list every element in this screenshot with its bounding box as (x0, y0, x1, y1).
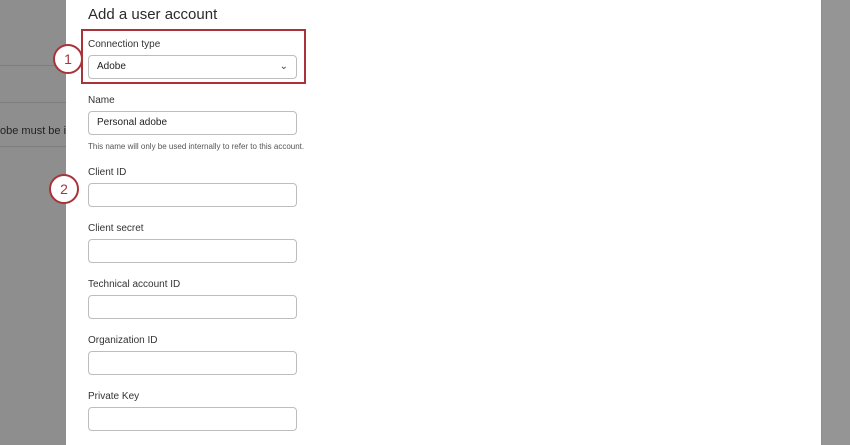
background-right-panel (822, 0, 850, 445)
name-value: Personal adobe (97, 117, 168, 128)
private-key-label: Private Key (88, 391, 140, 402)
modal-title: Add a user account (88, 6, 218, 23)
name-input[interactable]: Personal adobe (88, 111, 297, 135)
callout-2: 2 (49, 174, 79, 204)
client-id-label: Client ID (88, 167, 127, 178)
organization-id-input[interactable] (88, 351, 297, 375)
client-secret-label: Client secret (88, 223, 144, 234)
private-key-input[interactable] (88, 407, 297, 431)
organization-id-label: Organization ID (88, 335, 158, 346)
client-secret-input[interactable] (88, 239, 297, 263)
client-id-input[interactable] (88, 183, 297, 207)
divider (0, 146, 66, 147)
callout-1: 1 (53, 44, 83, 74)
divider (0, 102, 66, 103)
technical-account-id-label: Technical account ID (88, 279, 181, 290)
name-label: Name (88, 95, 115, 106)
name-help-text: This name will only be used internally t… (88, 142, 305, 151)
connection-type-highlight (81, 29, 306, 84)
technical-account-id-input[interactable] (88, 295, 297, 319)
background-text: obe must be in (0, 125, 66, 137)
